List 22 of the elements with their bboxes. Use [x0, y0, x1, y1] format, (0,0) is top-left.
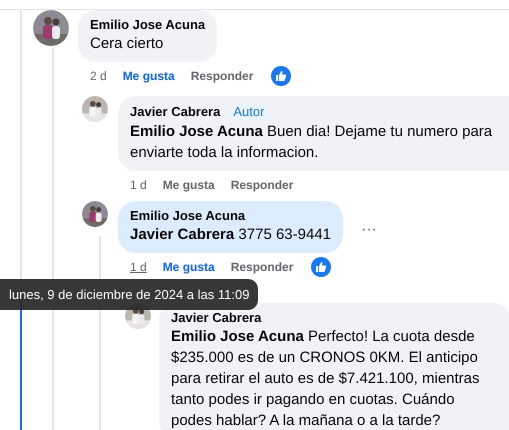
- author-name[interactable]: Emilio Jose Acuna: [130, 208, 246, 223]
- author-name[interactable]: Javier Cabrera: [171, 310, 262, 325]
- comment-text: Javier Cabrera 3775 63-9441: [130, 225, 332, 245]
- like-button[interactable]: Me gusta: [162, 178, 215, 192]
- timestamp-link[interactable]: 1 d: [130, 178, 147, 192]
- more-options-button[interactable]: ···: [357, 221, 381, 239]
- author-name[interactable]: Emilio Jose Acuna: [90, 17, 206, 32]
- like-button[interactable]: Me gusta: [122, 69, 175, 83]
- thumbs-up-icon[interactable]: [311, 257, 332, 277]
- reply-button[interactable]: Responder: [190, 69, 254, 83]
- date-tooltip: lunes, 9 de diciembre de 2024 a las 11:09: [0, 279, 258, 310]
- timestamp-link[interactable]: 2 d: [90, 69, 107, 83]
- thumbs-up-icon[interactable]: [271, 66, 292, 86]
- reply-button[interactable]: Responder: [230, 178, 294, 192]
- author-badge: Autor: [230, 103, 268, 120]
- comment-text: Emilio Jose Acuna Buen dia! Dejame tu numero para enviarte toda la informacion.: [130, 122, 494, 163]
- author-name[interactable]: Javier Cabrera: [130, 104, 220, 119]
- comment-text: Emilio Jose Acuna Perfecto! La cuota desde $235.000 es de un CRONOS 0KM. El anticipo para retirar el auto es de $7.421.100, mientras tanto podes ir pagando en cuotas. Cuándo podes hablar? A la mañana o a la tarde?: [171, 327, 481, 430]
- comment-text: Cera cierto: [90, 34, 164, 54]
- reply-button[interactable]: Responder: [230, 260, 294, 274]
- like-button[interactable]: Me gusta: [162, 260, 215, 274]
- timestamp-link[interactable]: 1 d: [130, 260, 147, 274]
